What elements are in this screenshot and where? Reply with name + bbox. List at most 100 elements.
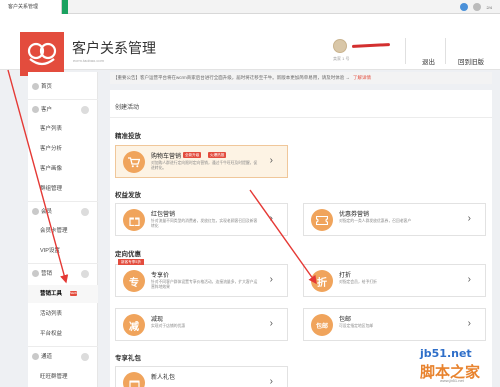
sidebar-divider [28, 99, 98, 100]
sidebar-item-customer-profile[interactable]: 客户画像 [28, 160, 98, 178]
user-avatar[interactable] [333, 39, 347, 53]
tag-upgrade: 全新升级 [183, 152, 202, 158]
card-description: 对指定会员，给予打折 [339, 280, 377, 284]
card-newbie-gift[interactable]: 新人礼包 › [115, 366, 288, 387]
browser-toolbar-icons: 2/4 [460, 3, 492, 11]
redacted-username [351, 43, 391, 48]
header-divider [405, 38, 406, 64]
brand-logo[interactable] [20, 32, 64, 76]
ticket-icon [311, 209, 333, 231]
sidebar-divider [28, 263, 98, 264]
sidebar-item-label: VIP设置 [40, 248, 60, 254]
sidebar-item-platform-benefits[interactable]: 平台权益 [28, 325, 98, 343]
sidebar-item-wangwang-groups[interactable]: 旺旺群管理 [28, 368, 98, 386]
watermark-url: www.jb51.net [440, 378, 464, 383]
card-cash-reduce[interactable]: 减 减现 实现对于店铺的优惠 › [115, 308, 288, 341]
sidebar-nav: 首页 客户 客户列表 客户分析 客户画像 群组管理 会员 会员卡管理 VIP设置… [28, 72, 98, 387]
sidebar-item-label: 客户列表 [40, 126, 63, 132]
announcement-bar: 【重要公告】客户运营平台将在wcrm商家后台进行全面升级，届时将迁移至千牛。新版… [110, 72, 492, 84]
sidebar-item-marketing-tools[interactable]: 营销工具 NEW [28, 285, 98, 303]
chevron-right-icon: › [269, 213, 273, 224]
title-divider [110, 117, 492, 118]
card-coupon[interactable]: 优惠券营销 对指定的一类人群发放优惠券，召回老客户 › [303, 203, 486, 236]
sidebar-divider [28, 346, 98, 347]
section-gift: 专享礼包 [115, 355, 141, 362]
chevron-right-icon: › [269, 274, 273, 285]
gift-icon [123, 209, 145, 231]
sidebar-item-label: 营销工具 [40, 291, 63, 297]
exclusive-icon: 专 [123, 270, 145, 292]
sidebar-item-label: 会员 [41, 209, 53, 215]
free-shipping-icon: 包邮 [311, 314, 333, 336]
sidebar-group-channel[interactable]: 通道 [28, 348, 98, 366]
sidebar-item-group-management[interactable]: 群组管理 [28, 180, 98, 198]
back-to-old-link[interactable]: 回到旧版 [458, 56, 484, 66]
sidebar-divider [28, 201, 98, 202]
card-title: 新人礼包 [151, 375, 176, 381]
sidebar-item-customer-analysis[interactable]: 客户分析 [28, 140, 98, 158]
card-description: 对加购人群进行定向限时定向营销，通过千牛旺旺及时提醒，促进转化。 [151, 161, 258, 170]
brand-subtitle: ecrm.taobao.com [73, 58, 104, 63]
home-icon [32, 83, 39, 90]
card-description: 针对不同客户群体设置专享价格活动，连接流量多，扩大客户运营阵地效果 [151, 280, 258, 289]
user-subtitle: 卖家 1 号 [333, 56, 350, 61]
card-description: 可设定指定地区包邮 [339, 324, 374, 328]
logo-icon [27, 42, 57, 66]
sidebar-item-activity-list[interactable]: 活动列表 [28, 305, 98, 323]
notification-icon[interactable] [460, 3, 469, 11]
sidebar-item-label: 活动列表 [40, 311, 63, 317]
card-cart-marketing[interactable]: 购物车营销 全新升级 火爆热推 对加购人群进行定向限时定向营销，通过千牛旺旺及时… [115, 145, 288, 178]
expand-toggle-icon[interactable] [81, 106, 89, 114]
browser-tab-strip: 客户关系管理 2/4 [0, 0, 500, 14]
new-badge: NEW [70, 291, 77, 296]
chevron-right-icon: › [467, 274, 471, 285]
card-exclusive-price[interactable]: 新客专享5折 专 专享价 针对不同客户群体设置专享价格活动，连接流量多，扩大客户… [115, 259, 288, 297]
sidebar-item-vip-settings[interactable]: VIP设置 [28, 242, 98, 260]
app-header: 客户关系管理 ecrm.taobao.com 卖家 1 号 退出 回到旧版 [0, 14, 500, 76]
sidebar-group-marketing[interactable]: 营销 [28, 265, 98, 283]
sidebar-group-customer[interactable]: 客户 [28, 101, 98, 119]
card-description: 对指定的一类人群发放优惠券，召回老客户 [339, 219, 412, 223]
sidebar-item-label: 客户 [41, 107, 53, 113]
watermark-site: jb51.net [420, 347, 472, 360]
sidebar-item-label: 旺旺群管理 [40, 374, 68, 380]
browser-tab[interactable]: 客户关系管理 [0, 0, 62, 14]
card-title: 优惠券营销 [339, 212, 370, 218]
chevron-right-icon: › [269, 318, 273, 329]
tab-count-badge: 2/4 [486, 4, 492, 10]
sidebar-item-label: 会员卡管理 [40, 228, 68, 234]
tab-accent [62, 0, 68, 14]
expand-toggle-icon[interactable] [81, 208, 89, 216]
sidebar-item-member-card[interactable]: 会员卡管理 [28, 222, 98, 240]
chevron-right-icon: › [269, 155, 273, 166]
sidebar-group-member[interactable]: 会员 [28, 203, 98, 221]
sidebar-item-label: 平台权益 [40, 331, 63, 337]
logout-link[interactable]: 退出 [422, 56, 435, 66]
card-title: 减现 [151, 317, 164, 323]
card-red-packet[interactable]: 红包营销 针对流量不同类型的消费者，发放红包，实现老顾客召回及新客转化 › [115, 203, 288, 236]
card-title: 打折 [339, 273, 352, 279]
shopping-cart-icon [123, 151, 145, 173]
user-icon[interactable] [473, 3, 482, 11]
chevron-right-icon: › [467, 318, 471, 329]
card-title: 购物车营销 [151, 154, 182, 160]
section-targeted: 定向优惠 [115, 251, 141, 258]
gift-icon [123, 372, 145, 387]
promo-ribbon: 新客专享5折 [118, 259, 144, 265]
sidebar-item-label: 群组管理 [40, 186, 63, 192]
page-title: 创建活动 [115, 105, 140, 111]
reduce-icon: 减 [123, 314, 145, 336]
sidebar-item-label: 客户画像 [40, 166, 63, 172]
customer-icon [32, 106, 39, 113]
sidebar-item-home[interactable]: 首页 [28, 78, 98, 96]
section-benefit: 权益发放 [115, 192, 141, 199]
expand-toggle-icon[interactable] [81, 270, 89, 278]
card-description: 针对流量不同类型的消费者，发放红包，实现老顾客召回及新客转化 [151, 219, 258, 228]
announcement-link[interactable]: 了解详情 [353, 75, 371, 80]
card-free-shipping[interactable]: 包邮 包邮 可设定指定地区包邮 › [303, 308, 486, 341]
card-discount[interactable]: 折 打折 对指定会员，给予打折 › [303, 264, 486, 297]
chevron-right-icon: › [269, 376, 273, 387]
sidebar-item-customer-list[interactable]: 客户列表 [28, 120, 98, 138]
chevron-right-icon: › [467, 213, 471, 224]
expand-toggle-icon[interactable] [81, 353, 89, 361]
